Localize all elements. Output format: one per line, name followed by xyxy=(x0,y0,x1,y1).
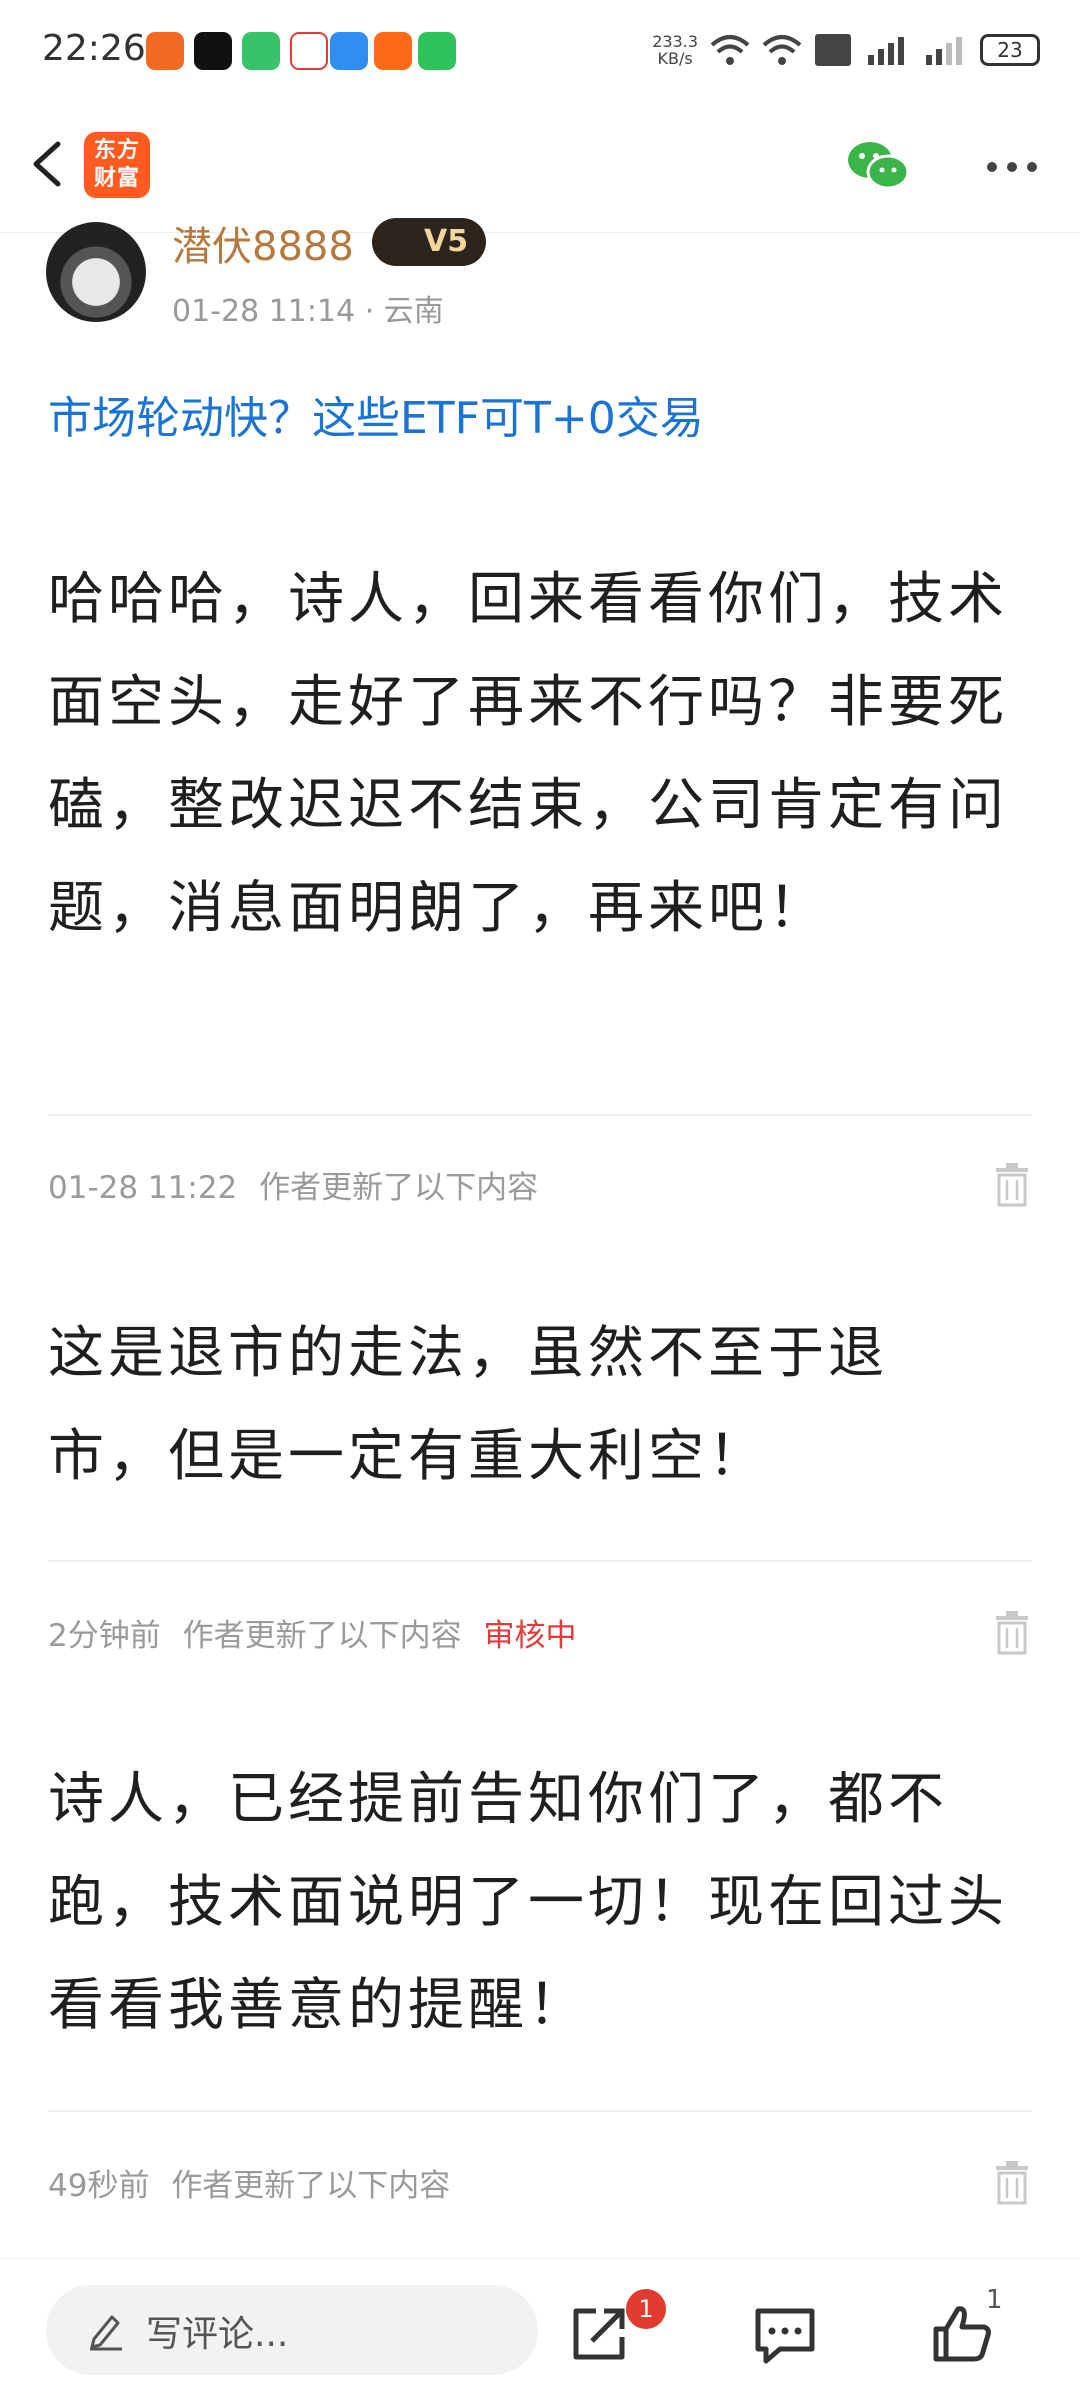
signal-5g-icon xyxy=(868,37,904,65)
more-options-icon[interactable] xyxy=(984,152,1040,182)
net-speed-unit: KB/s xyxy=(657,49,693,68)
net-speed: 233.3 KB/s xyxy=(652,33,698,67)
app-notification-icon xyxy=(146,32,184,70)
taobao-notification-icon xyxy=(374,32,412,70)
message-notification-icon xyxy=(242,32,280,70)
update-label: 作者更新了以下内容 xyxy=(171,2168,451,2204)
status-bar: 22:26 233.3 KB/s 23 xyxy=(0,0,1080,100)
clock: 22:26 xyxy=(42,28,146,69)
divider xyxy=(48,1560,1032,1562)
update-label: 作者更新了以下内容 xyxy=(182,1618,462,1654)
like-count: 1 xyxy=(986,2285,1003,2315)
download-notification-icon xyxy=(330,32,368,70)
trash-icon[interactable] xyxy=(992,1610,1032,1656)
pencil-icon xyxy=(90,2315,122,2351)
net-speed-value: 233.3 xyxy=(652,32,698,51)
unicom-notification-icon xyxy=(290,32,328,70)
comment-placeholder: 写评论... xyxy=(146,2314,289,2355)
divider xyxy=(48,2110,1032,2112)
back-arrow-icon[interactable] xyxy=(20,134,80,194)
battery-icon: 23 xyxy=(980,34,1040,66)
update-time: 49秒前 xyxy=(48,2168,150,2204)
bottom-action-bar: 写评论... 1 1 xyxy=(0,2258,1080,2401)
share-icon[interactable] xyxy=(566,2301,632,2367)
logo-line2: 财富 xyxy=(93,166,140,191)
system-status-icons: 233.3 KB/s 23 xyxy=(652,26,1040,74)
author-name[interactable]: 潜伏8888 xyxy=(172,214,354,272)
update-header: 01-28 11:22 作者更新了以下内容 xyxy=(48,1162,1032,1208)
update-time: 2分钟前 xyxy=(48,1618,161,1654)
thumbs-up-icon[interactable] xyxy=(930,2301,994,2365)
update-time: 01-28 11:22 xyxy=(48,1170,238,1206)
wechat-notification-icon xyxy=(418,32,456,70)
trash-icon[interactable] xyxy=(992,2160,1032,2206)
comment-icon[interactable] xyxy=(752,2305,818,2365)
signal-4g-icon xyxy=(926,37,962,65)
review-status: 审核中 xyxy=(483,1618,577,1654)
top-nav: 东方 财富 xyxy=(0,100,1080,233)
post-body: 哈哈哈，诗人，回来看看你们，技术面空头，走好了再来不行吗？非要死磕，整改迟迟不结… xyxy=(48,567,1008,941)
promo-link[interactable]: 市场轮动快？这些ETF可T+0交易 xyxy=(48,382,704,446)
update-body: 这是退市的走法，虽然不至于退市，但是一定有重大利空！ xyxy=(48,1321,888,1489)
tiktok-notification-icon xyxy=(194,32,232,70)
logo-line1: 东方 xyxy=(93,138,140,163)
hd-icon xyxy=(815,34,851,66)
update-label: 作者更新了以下内容 xyxy=(259,1170,539,1206)
wechat-icon[interactable] xyxy=(846,138,910,194)
share-badge: 1 xyxy=(626,2289,666,2329)
trash-icon[interactable] xyxy=(992,1162,1032,1208)
wifi-icon xyxy=(762,35,802,65)
update-header: 2分钟前 作者更新了以下内容 审核中 xyxy=(48,1610,1032,1656)
eastmoney-logo[interactable]: 东方 财富 xyxy=(84,132,150,198)
author-avatar[interactable] xyxy=(46,222,146,322)
update-header: 49秒前 作者更新了以下内容 xyxy=(48,2160,1032,2206)
divider xyxy=(48,1114,1032,1116)
wifi-icon xyxy=(710,35,750,65)
post-meta: 01-28 11:14 · 云南 xyxy=(172,294,444,329)
level-badge: V5 xyxy=(372,218,486,266)
comment-input[interactable]: 写评论... xyxy=(46,2285,538,2375)
update-body: 诗人，已经提前告知你们了，都不跑，技术面说明了一切！现在回过头看看我善意的提醒！ xyxy=(48,1767,1008,2038)
